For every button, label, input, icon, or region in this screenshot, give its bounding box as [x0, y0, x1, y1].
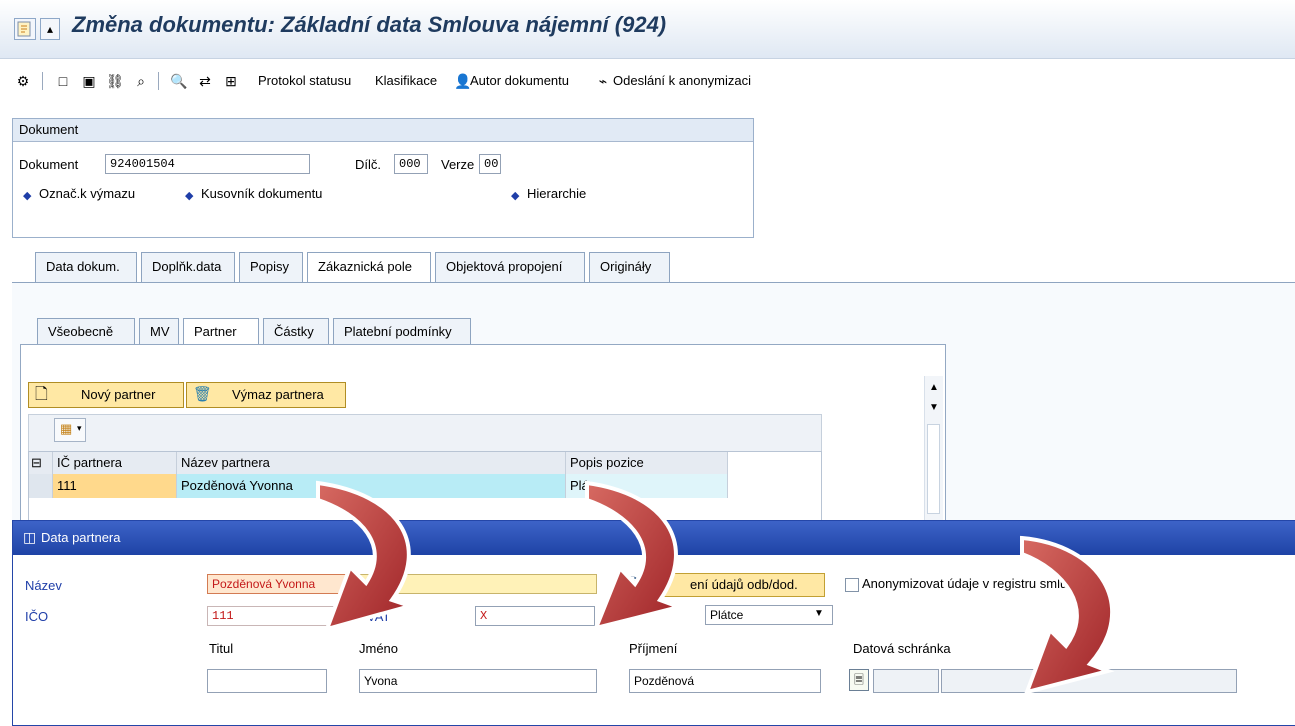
chevron-down-icon: ▾	[77, 423, 82, 433]
search-icon[interactable]: 🔍	[170, 72, 188, 90]
trash-icon: 🗑	[193, 386, 213, 403]
subtab-castky[interactable]: Částky	[263, 318, 329, 345]
mailbox-icon[interactable]: 🗏	[849, 669, 869, 691]
hierarchy-link[interactable]: Hierarchie	[527, 186, 586, 201]
nazev-label: Název	[25, 578, 62, 593]
subtab-mv[interactable]: MV	[139, 318, 179, 345]
send-icon: ⌁	[598, 73, 608, 89]
display-change-icon[interactable]: ⚙	[14, 72, 32, 90]
document-icon[interactable]	[14, 18, 36, 40]
groupbox-header: Dokument	[13, 119, 753, 142]
dialog-header: ◫ Data partnera	[13, 521, 1295, 555]
table-cell[interactable]: 111	[53, 474, 177, 498]
tab-objektova-propojeni[interactable]: Objektová propojení	[435, 252, 585, 282]
document-groupbox: Dokument Dokument 924001504 Dílč. 000 Ve…	[12, 118, 754, 238]
dilc-label: Dílč.	[355, 157, 381, 172]
verze-field[interactable]: 00	[479, 154, 501, 174]
document-label: Dokument	[19, 157, 79, 172]
vat-label: VAT	[367, 609, 391, 624]
subtab-partner[interactable]: Partner	[183, 318, 259, 345]
verze-label: Verze	[441, 157, 475, 172]
datova-schranka-field[interactable]	[941, 669, 1237, 693]
tab-popisy[interactable]: Popisy	[239, 252, 303, 282]
jmeno-field[interactable]: Yvona	[359, 669, 597, 693]
chevron-down-icon[interactable]: ▼	[814, 608, 824, 619]
scroll-down-icon[interactable]: ▼	[929, 402, 939, 413]
table-toolbar	[28, 414, 822, 452]
layout-button[interactable]: ▦ ▾	[54, 418, 86, 442]
link-icon[interactable]: ⛓	[106, 72, 124, 90]
delete-partner-label: Výmaz partnera	[232, 387, 324, 402]
new-document-icon: 🗋	[35, 386, 48, 403]
titul-field[interactable]	[207, 669, 327, 693]
transfer-icon[interactable]: ⇄	[196, 72, 214, 90]
verify-customer-data-button[interactable]: ení údajů odb/dod.	[645, 573, 825, 597]
toolbar-separator	[42, 72, 43, 90]
page-title: Změna dokumentu: Základní data Smlouva n…	[72, 12, 667, 37]
ico-label: IČO	[25, 609, 49, 624]
anonymize-checkbox[interactable]	[845, 578, 859, 592]
ico-field[interactable]: 111	[207, 606, 337, 626]
tab-zakaznicka-pole[interactable]: Zákaznická pole	[307, 252, 431, 282]
prijmeni-field[interactable]: Pozděnová	[629, 669, 821, 693]
document-author-button[interactable]: Autor dokumentu	[470, 72, 569, 90]
nazev-extra-field[interactable]	[355, 574, 597, 594]
hierarchy-icon[interactable]: ⊞	[222, 72, 240, 90]
column-header-popis-pozice[interactable]: Popis pozice	[566, 452, 728, 474]
delete-flag-link[interactable]: Označ.k výmazu	[39, 186, 135, 201]
application-toolbar: ⚙ □ ▣ ⛓ ⌕ 🔍 ⇄ ⊞ Protokol statusu Klasifi…	[0, 64, 1295, 98]
diamond-icon: ◆	[511, 190, 520, 202]
dialog-window-icon: ◫	[23, 529, 37, 545]
row-selector[interactable]	[29, 474, 53, 498]
new-document-icon[interactable]: □	[54, 72, 72, 90]
grid-icon: ▦	[60, 421, 73, 436]
table-cell[interactable]: Pozděnová Yvonna	[177, 474, 566, 498]
menu-dropdown-icon[interactable]: ▴	[40, 18, 60, 40]
dilc-field[interactable]: 000	[394, 154, 428, 174]
groupbox-title: Dokument	[19, 122, 79, 137]
dialog-title: Data partnera	[41, 530, 121, 545]
new-partner-button[interactable]: 🗋 Nový partner	[28, 382, 184, 408]
partner-data-dialog: ◫ Data partnera Název Pozděnová Yvonna 🗎…	[12, 520, 1295, 726]
classification-button[interactable]: Klasifikace	[375, 72, 437, 90]
diamond-icon: ◆	[185, 190, 194, 202]
datova-schranka-label: Datová schránka	[853, 641, 951, 656]
copy-icon[interactable]: ▣	[80, 72, 98, 90]
window-titlebar: ▴ Změna dokumentu: Základní data Smlouva…	[0, 0, 1295, 59]
document-icon: 🗎	[627, 575, 639, 591]
new-partner-label: Nový partner	[81, 387, 156, 402]
column-header-ic-partnera[interactable]: IČ partnera	[53, 452, 177, 474]
table-cell[interactable]: Plát	[566, 474, 728, 498]
vertical-scrollbar[interactable]: ▲ ▼	[924, 376, 943, 520]
titul-label: Titul	[209, 641, 234, 656]
status-log-button[interactable]: Protokol statusu	[258, 72, 351, 90]
subtab-vseobecne[interactable]: Všeobecně	[37, 318, 135, 345]
tab-originaly[interactable]: Origináły	[589, 252, 670, 282]
scroll-thumb[interactable]	[927, 424, 940, 514]
tab-doplnk-data[interactable]: Doplňk.data	[141, 252, 235, 282]
anonymize-label: Anonymizovat údaje v registru smlu.	[862, 576, 1071, 591]
datova-schranka-prefix-field[interactable]	[873, 669, 939, 693]
jmeno-label: Jméno	[359, 641, 399, 656]
prijmeni-label: Příjmení	[629, 641, 678, 656]
subtab-platebni-podminky[interactable]: Platební podmínky	[333, 318, 471, 345]
send-anonymization-button[interactable]: Odeslání k anonymizaci	[613, 72, 751, 90]
vat-field[interactable]: X	[475, 606, 595, 626]
table-settings-icon[interactable]: ⊟	[29, 452, 53, 474]
scroll-up-icon[interactable]: ▲	[929, 382, 939, 393]
nazev-field[interactable]: Pozděnová Yvonna	[207, 574, 353, 594]
partner-table: ⊟ IČ partnera Název partnera Popis pozic…	[28, 451, 822, 523]
tab-data-dokum[interactable]: Data dokum.	[35, 252, 137, 282]
binoculars-icon[interactable]: ⌕	[132, 72, 150, 90]
toolbar-separator	[158, 72, 159, 90]
document-number-field[interactable]: 924001504	[105, 154, 310, 174]
diamond-icon: ◆	[23, 190, 32, 202]
delete-partner-button[interactable]: 🗑 Výmaz partnera	[186, 382, 346, 408]
column-header-nazev-partnera[interactable]: Název partnera	[177, 452, 566, 474]
bom-link[interactable]: Kusovník dokumentu	[201, 186, 322, 201]
